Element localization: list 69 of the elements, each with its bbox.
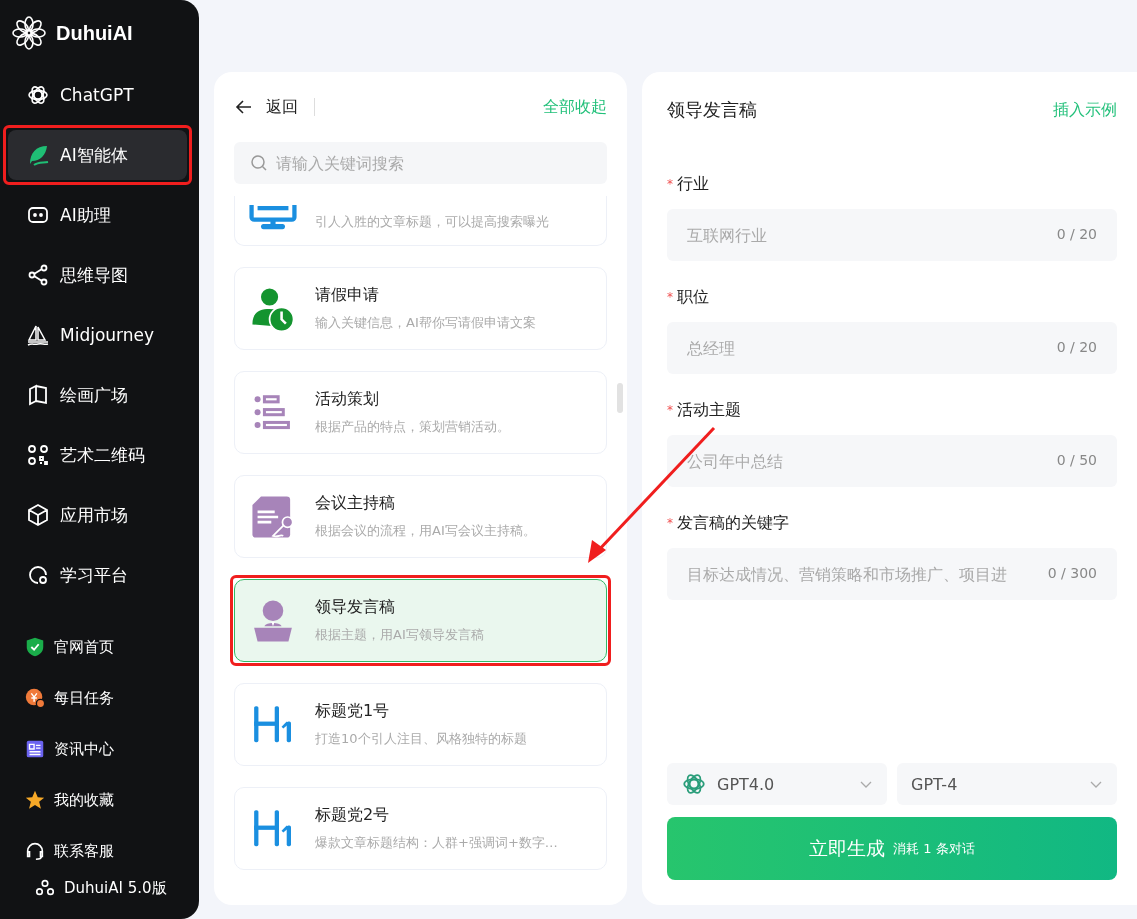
card-description: 输入关键信息，AI帮你写请假申请文案: [315, 314, 536, 332]
sidebar-link[interactable]: 资讯中心: [54, 739, 114, 759]
char-counter: 0 / 300: [1047, 565, 1097, 581]
sidebar-link[interactable]: 每日任务: [54, 688, 114, 708]
sidebar-item[interactable]: AI助理: [8, 190, 187, 240]
field-label: 发言稿的关键字: [677, 512, 789, 534]
field-label: 活动主题: [677, 399, 741, 421]
field-label: 行业: [677, 173, 709, 195]
sidebar-item[interactable]: 应用市场: [8, 490, 187, 540]
template-card[interactable]: 会议主持稿 根据会议的流程，用AI写会议主持稿。: [234, 475, 607, 558]
learning-icon: [26, 563, 50, 587]
template-card[interactable]: 标题党2号 爆款文章标题结构：人群+强调词+数字…: [234, 787, 607, 870]
monitor-icon: [249, 205, 297, 231]
star-icon: [24, 789, 46, 811]
search-field[interactable]: 请输入关键词搜索: [234, 142, 607, 184]
card-description: 打造10个引人注目、风格独特的标题: [315, 730, 527, 748]
mindmap-icon: [26, 263, 50, 287]
newspaper-icon: [24, 738, 46, 760]
card-description: 爆款文章标题结构：人群+强调词+数字…: [315, 834, 558, 852]
sidebar-item[interactable]: 思维导图: [8, 250, 187, 300]
card-title: 标题党2号: [315, 805, 391, 826]
sidebar-item[interactable]: 绘画广场: [8, 370, 187, 420]
sidebar-item[interactable]: 学习平台: [8, 550, 187, 600]
required-mark: *: [667, 290, 673, 304]
sidebar-item[interactable]: ChatGPT: [8, 70, 187, 120]
sailboat-icon: [26, 323, 50, 347]
cube-icon: [26, 503, 50, 527]
char-counter: 0 / 20: [1056, 226, 1097, 242]
scrollbar-thumb[interactable]: [617, 383, 623, 413]
search-icon: [250, 154, 268, 172]
sidebar-item[interactable]: Midjourney: [8, 310, 187, 360]
required-mark: *: [667, 177, 673, 191]
back-link[interactable]: 返回: [266, 96, 298, 118]
required-mark: *: [667, 403, 673, 417]
version-label: DuhuiAI 5.0版: [64, 878, 167, 898]
card-description: 根据产品的特点，策划营销活动。: [315, 418, 510, 436]
char-counter: 0 / 50: [1056, 452, 1097, 468]
brand-name: DuhuiAI: [56, 21, 133, 45]
card-title: 领导发言稿: [315, 597, 396, 618]
coin-icon: [24, 687, 46, 709]
card-description: 引人入胜的文章标题，可以提高搜索曝光: [315, 213, 549, 231]
sidebar-link[interactable]: 我的收藏: [54, 790, 114, 810]
qr-code-icon: [26, 443, 50, 467]
template-card[interactable]: 领导发言稿 根据主题，用AI写领导发言稿: [234, 579, 607, 662]
required-mark: *: [667, 516, 673, 530]
template-card[interactable]: 活动策划 根据产品的特点，策划营销活动。: [234, 371, 607, 454]
sidebar-item[interactable]: AI智能体: [8, 130, 187, 180]
model-dropdown[interactable]: GPT4.0: [667, 763, 887, 805]
flower-logo-icon: [12, 16, 46, 50]
card-title: 请假申请: [315, 285, 380, 306]
card-description: 根据会议的流程，用AI写会议主持稿。: [315, 522, 536, 540]
char-counter: 0 / 20: [1056, 339, 1097, 355]
sidebar-link[interactable]: 联系客服: [54, 841, 114, 861]
version-dropdown[interactable]: GPT-4: [897, 763, 1117, 805]
card-title: 会议主持稿: [315, 493, 396, 514]
template-card[interactable]: 标题党1号 打造10个引人注目、风格独特的标题: [234, 683, 607, 766]
sidebar-link[interactable]: 官网首页: [54, 637, 114, 657]
openai-icon: [26, 83, 50, 107]
field-label: 职位: [677, 286, 709, 308]
card-title: 活动策划: [315, 389, 380, 410]
openai-icon: [681, 771, 707, 797]
form-title: 领导发言稿: [667, 98, 757, 122]
sidebar-item[interactable]: 艺术二维码: [8, 430, 187, 480]
card-description: 根据主题，用AI写领导发言稿: [315, 626, 484, 644]
book-icon: [26, 383, 50, 407]
headset-icon: [24, 840, 46, 862]
template-card[interactable]: 请假申请 输入关键信息，AI帮你写请假申请文案: [234, 267, 607, 350]
shield-icon: [24, 636, 46, 658]
card-title: 标题党1号: [315, 701, 391, 722]
